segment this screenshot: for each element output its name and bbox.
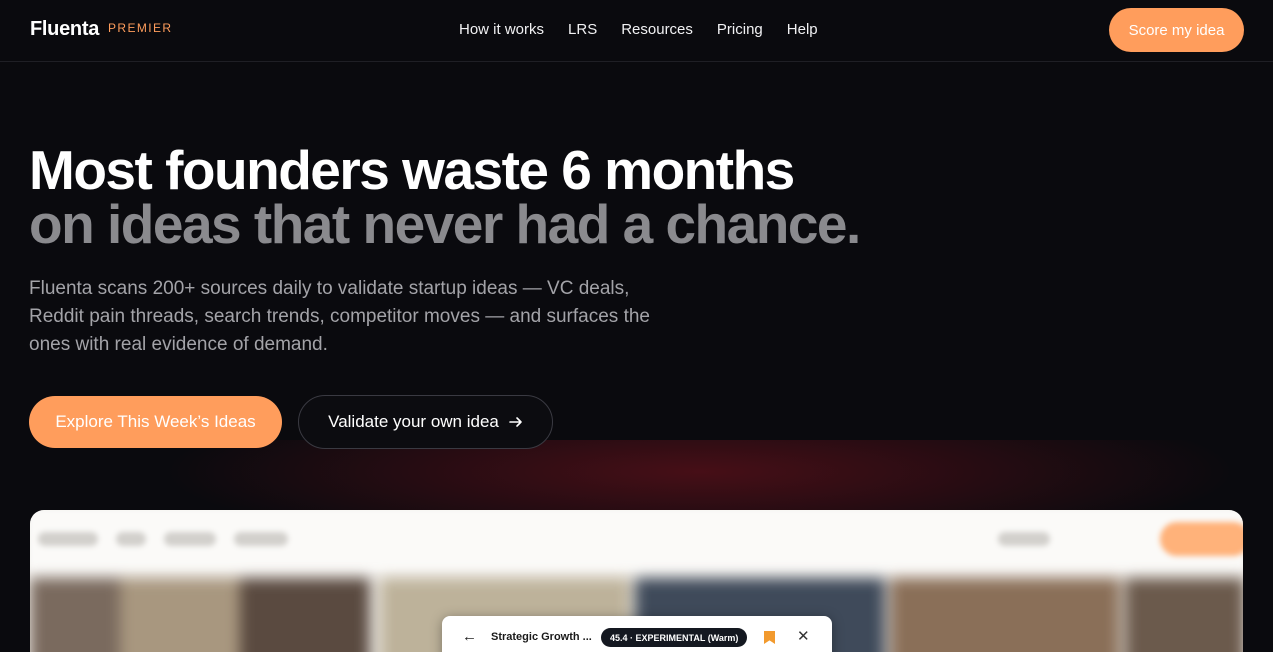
nav-link-lrs[interactable]: LRS (568, 21, 597, 38)
hero-title-line2: on ideas that never had a chance. (29, 193, 861, 255)
main-nav: How it works LRS Resources Pricing Help (459, 21, 818, 38)
brand-name: Fluenta (30, 18, 100, 40)
modal-idea-title: Strategic Growth ... (491, 631, 592, 643)
product-preview-screenshot: ← Strategic Growth ... 45.4 · EXPERIMENT… (30, 510, 1243, 652)
score-my-idea-button[interactable]: Score my idea (1109, 8, 1244, 52)
hero-title-line1: Most founders waste 6 months (29, 139, 795, 201)
preview-blurred-header (30, 510, 1243, 572)
bookmark-icon[interactable] (764, 631, 775, 644)
top-navigation-bar: Fluenta PREMIER How it works LRS Resourc… (0, 0, 1273, 62)
arrow-right-icon (509, 417, 522, 427)
close-icon[interactable]: ✕ (797, 627, 810, 645)
arrow-left-icon[interactable]: ← (462, 628, 477, 645)
hero-subtitle: Fluenta scans 200+ sources daily to vali… (29, 278, 650, 355)
nav-link-how-it-works[interactable]: How it works (459, 21, 544, 38)
validate-idea-button[interactable]: Validate your own idea (298, 395, 553, 449)
hero-title: Most founders waste 6 months on ideas th… (29, 139, 861, 255)
nav-link-pricing[interactable]: Pricing (717, 21, 763, 38)
nav-link-help[interactable]: Help (787, 21, 818, 38)
explore-ideas-button[interactable]: Explore This Week’s Ideas (29, 396, 282, 448)
brand-logo[interactable]: Fluenta PREMIER (30, 18, 173, 41)
nav-link-resources[interactable]: Resources (621, 21, 693, 38)
validate-idea-label: Validate your own idea (328, 412, 499, 431)
idea-detail-modal-header: ← Strategic Growth ... 45.4 · EXPERIMENT… (442, 616, 832, 652)
brand-tier-label: PREMIER (108, 21, 173, 35)
score-badge: 45.4 · EXPERIMENTAL (Warm) (601, 628, 748, 647)
